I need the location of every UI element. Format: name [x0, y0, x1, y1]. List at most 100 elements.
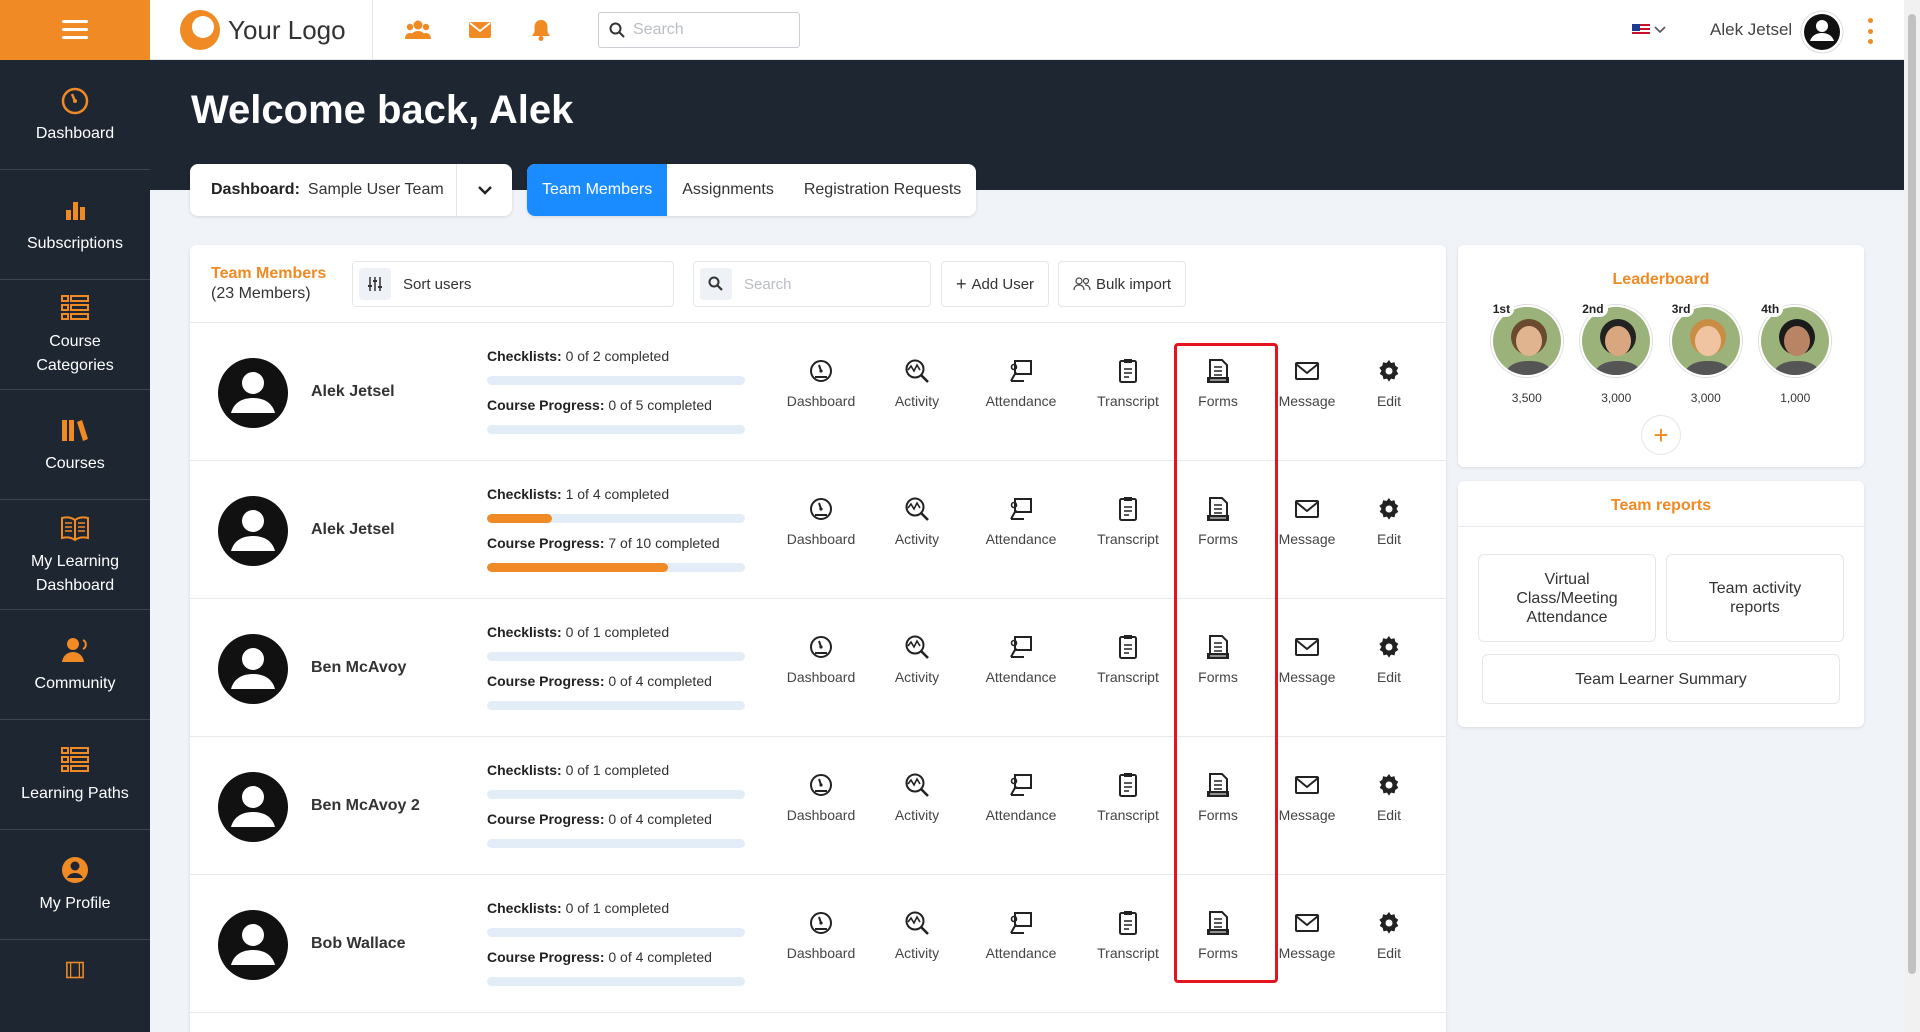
attendance-action-button[interactable]: Attendance	[962, 909, 1080, 981]
page-scrollbar[interactable]	[1904, 0, 1920, 1032]
forms-action-button[interactable]: Forms	[1176, 909, 1260, 981]
edit-action-button[interactable]: Edit	[1354, 357, 1424, 429]
attendance-action-button[interactable]: Attendance	[962, 495, 1080, 567]
action-label: Transcript	[1097, 393, 1159, 409]
activity-action-button[interactable]: Activity	[872, 357, 962, 429]
table-row: Bob Wallace Checklists: 0 of 1 completed…	[190, 875, 1446, 1013]
transcript-action-button[interactable]: Transcript	[1080, 357, 1176, 429]
message-action-button[interactable]: Message	[1260, 495, 1354, 567]
transcript-action-button[interactable]: Transcript	[1080, 633, 1176, 705]
member-search-input[interactable]	[744, 275, 914, 293]
avatar[interactable]	[217, 771, 289, 843]
leaderboard-entry[interactable]: 2nd 3,000	[1578, 301, 1654, 405]
avatar[interactable]	[217, 633, 289, 705]
member-actions: Dashboard Activity Attendance Transcript…	[770, 357, 1424, 429]
dashboard-action-button[interactable]: Dashboard	[770, 771, 872, 843]
forms-action-button[interactable]: Forms	[1176, 495, 1260, 567]
avatar[interactable]	[217, 909, 289, 981]
member-name[interactable]: Alek Jetsel	[311, 521, 395, 539]
dashboard-action-button[interactable]: Dashboard	[770, 633, 872, 705]
activity-action-button[interactable]: Activity	[872, 495, 962, 567]
forms-action-button[interactable]: Forms	[1176, 357, 1260, 429]
activity-action-button[interactable]: Activity	[872, 633, 962, 705]
avatar[interactable]	[217, 357, 289, 429]
leaderboard-entry[interactable]: 1st 3,500	[1488, 301, 1565, 405]
sidebar-item-subscriptions[interactable]: Subscriptions	[0, 170, 150, 280]
scrollbar-thumb[interactable]	[1908, 14, 1916, 974]
sidebar-item-partial[interactable]	[0, 940, 150, 980]
forms-action-button[interactable]: Forms	[1176, 771, 1260, 843]
team-icon[interactable]	[404, 16, 432, 44]
sidebar-item-community[interactable]: Community	[0, 610, 150, 720]
sidebar-item-my-profile[interactable]: My Profile	[0, 830, 150, 940]
member-name[interactable]: Alek Jetsel	[311, 383, 395, 401]
leaderboard-entry[interactable]: 3rd 3,000	[1667, 301, 1744, 405]
tab-assignments[interactable]: Assignments	[667, 164, 789, 216]
attendance-action-button[interactable]: Attendance	[962, 771, 1080, 843]
language-selector[interactable]	[1632, 24, 1666, 36]
rank-badge: 4th	[1757, 301, 1784, 317]
forms-icon	[1204, 495, 1232, 523]
sidebar-item-learning-paths[interactable]: Learning Paths	[0, 720, 150, 830]
menu-toggle-button[interactable]	[0, 0, 150, 60]
message-action-button[interactable]: Message	[1260, 909, 1354, 981]
leaderboard-entry[interactable]: 4th 1,000	[1757, 301, 1833, 405]
user-avatar[interactable]	[1800, 10, 1844, 54]
message-action-button[interactable]: Message	[1260, 771, 1354, 843]
sidebar-item-dashboard[interactable]: Dashboard	[0, 60, 150, 170]
transcript-action-button[interactable]: Transcript	[1080, 771, 1176, 843]
dashboard-selector[interactable]: Dashboard: Sample User Team	[190, 164, 512, 216]
bulk-import-button[interactable]: Bulk import	[1058, 261, 1187, 307]
member-name[interactable]: Ben McAvoy 2	[311, 797, 420, 815]
sidebar-item-label: My Learning Dashboard	[30, 552, 120, 594]
team-activity-reports-button[interactable]: Team activity reports	[1666, 554, 1844, 642]
tab-team-members[interactable]: Team Members	[527, 164, 668, 216]
add-leader-button[interactable]: +	[1641, 415, 1681, 455]
user-name[interactable]: Alek Jetsel	[1710, 20, 1792, 40]
sidebar-item-my-learning-dashboard[interactable]: My Learning Dashboard	[0, 500, 150, 610]
action-label: Dashboard	[786, 669, 856, 685]
dashboard-selector-toggle[interactable]	[456, 164, 512, 216]
member-name[interactable]: Bob Wallace	[311, 935, 406, 953]
checklists-progress-bar	[487, 928, 745, 937]
checklists-text: Checklists: 0 of 1 completed	[487, 900, 745, 918]
edit-action-button[interactable]: Edit	[1354, 909, 1424, 981]
sort-users-dropdown[interactable]: Sort users	[352, 261, 674, 307]
edit-action-button[interactable]: Edit	[1354, 495, 1424, 567]
header-search[interactable]	[598, 12, 800, 48]
edit-action-button[interactable]: Edit	[1354, 633, 1424, 705]
member-search[interactable]	[693, 261, 931, 307]
attendance-action-button[interactable]: Attendance	[962, 357, 1080, 429]
action-label: Edit	[1376, 807, 1402, 823]
activity-action-button[interactable]: Activity	[872, 771, 962, 843]
add-user-button[interactable]: + Add User	[941, 261, 1050, 307]
avatar[interactable]	[217, 495, 289, 567]
sidebar-item-course-categories[interactable]: Course Categories	[0, 280, 150, 390]
course-progress-value: 0 of 4 completed	[608, 673, 712, 689]
dashboard-action-button[interactable]: Dashboard	[770, 495, 872, 567]
message-action-button[interactable]: Message	[1260, 357, 1354, 429]
attendance-action-button[interactable]: Attendance	[962, 633, 1080, 705]
tab-registration-requests[interactable]: Registration Requests	[789, 164, 976, 216]
more-options-icon[interactable]	[1866, 18, 1874, 44]
logo[interactable]: Your Logo	[180, 10, 346, 50]
dashboard-action-button[interactable]: Dashboard	[770, 909, 872, 981]
dashboard-icon	[807, 495, 835, 523]
header-search-input[interactable]	[633, 21, 793, 39]
sidebar-item-courses[interactable]: Courses	[0, 390, 150, 500]
forms-action-button[interactable]: Forms	[1176, 633, 1260, 705]
dashboard-action-button[interactable]: Dashboard	[770, 357, 872, 429]
checklists-value: 0 of 1 completed	[565, 762, 670, 778]
course-progress-bar	[487, 977, 745, 986]
mail-icon[interactable]	[466, 16, 494, 44]
activity-action-button[interactable]: Activity	[872, 909, 962, 981]
forms-icon	[1204, 357, 1232, 385]
transcript-action-button[interactable]: Transcript	[1080, 909, 1176, 981]
team-learner-summary-button[interactable]: Team Learner Summary	[1482, 654, 1840, 704]
transcript-action-button[interactable]: Transcript	[1080, 495, 1176, 567]
message-action-button[interactable]: Message	[1260, 633, 1354, 705]
bell-icon[interactable]	[527, 16, 555, 44]
member-name[interactable]: Ben McAvoy	[311, 659, 406, 677]
virtual-class-attendance-button[interactable]: Virtual Class/Meeting Attendance	[1478, 554, 1656, 642]
edit-action-button[interactable]: Edit	[1354, 771, 1424, 843]
